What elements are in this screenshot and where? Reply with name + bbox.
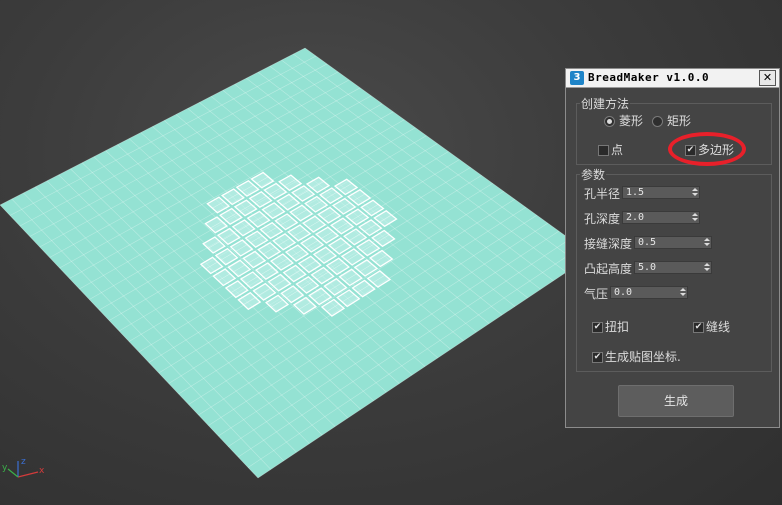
mesh-plane-surface <box>0 48 592 478</box>
spinner-arrows-icon[interactable] <box>691 212 698 223</box>
close-button[interactable]: ✕ <box>759 70 776 86</box>
bulge-height-label: 凸起高度 <box>584 262 633 276</box>
checkbox-point-label[interactable]: 点 <box>611 141 623 158</box>
highlight-annotation-ring <box>668 132 746 166</box>
checkbox-seam-label[interactable]: 缝线 <box>706 318 730 335</box>
seam-depth-spinner[interactable]: 0.5 <box>634 236 712 249</box>
bulge-height-spinner[interactable]: 5.0 <box>634 261 712 274</box>
spinner-arrows-icon[interactable] <box>691 187 698 198</box>
create-method-label: 创建方法 <box>580 95 631 112</box>
app-logo-icon: 3 <box>570 71 584 85</box>
radio-diamond[interactable] <box>604 116 615 127</box>
dialog-titlebar[interactable]: 3 BreadMaker v1.0.0 ✕ <box>566 69 779 88</box>
checkbox-seam[interactable]: ✔ <box>693 322 704 333</box>
checkbox-twist[interactable]: ✔ <box>592 322 603 333</box>
spinner-arrows-icon[interactable] <box>679 287 686 298</box>
checkbox-gen-uv[interactable]: ✔ <box>592 352 603 363</box>
x-axis-label: x <box>39 466 45 476</box>
hole-depth-value[interactable]: 2.0 <box>626 212 644 224</box>
radio-rect[interactable] <box>652 116 663 127</box>
hole-radius-label: 孔半径 <box>584 187 621 201</box>
generate-button[interactable]: 生成 <box>618 385 734 417</box>
hole-depth-spinner[interactable]: 2.0 <box>622 211 700 224</box>
spinner-arrows-icon[interactable] <box>703 262 710 273</box>
params-label: 参数 <box>580 166 607 183</box>
checkbox-point[interactable] <box>598 145 609 156</box>
seam-depth-label: 接缝深度 <box>584 237 633 251</box>
pressure-value[interactable]: 0.0 <box>614 287 632 299</box>
bulge-height-value[interactable]: 5.0 <box>638 262 656 274</box>
radio-rect-label[interactable]: 矩形 <box>667 112 691 129</box>
checkbox-twist-label[interactable]: 扭扣 <box>605 318 629 335</box>
y-axis-line <box>7 468 19 478</box>
dialog-title: BreadMaker v1.0.0 <box>588 71 710 84</box>
pressure-spinner[interactable]: 0.0 <box>610 286 688 299</box>
hole-radius-value[interactable]: 1.5 <box>626 187 644 199</box>
radio-diamond-label[interactable]: 菱形 <box>619 112 643 129</box>
hole-depth-label: 孔深度 <box>584 212 621 226</box>
axis-gizmo: x y z <box>2 457 45 478</box>
x-axis-line <box>17 471 39 478</box>
pressure-label: 气压 <box>584 287 609 301</box>
spinner-arrows-icon[interactable] <box>703 237 710 248</box>
hole-radius-spinner[interactable]: 1.5 <box>622 186 700 199</box>
y-axis-label: y <box>2 463 8 473</box>
seam-depth-value[interactable]: 0.5 <box>638 237 656 249</box>
checkbox-gen-uv-label[interactable]: 生成贴图坐标. <box>605 348 681 365</box>
z-axis-label: z <box>21 457 26 467</box>
breadmaker-dialog: 3 BreadMaker v1.0.0 ✕ 创建方法 菱形 矩形 点 ✔ 多边形… <box>565 68 780 428</box>
